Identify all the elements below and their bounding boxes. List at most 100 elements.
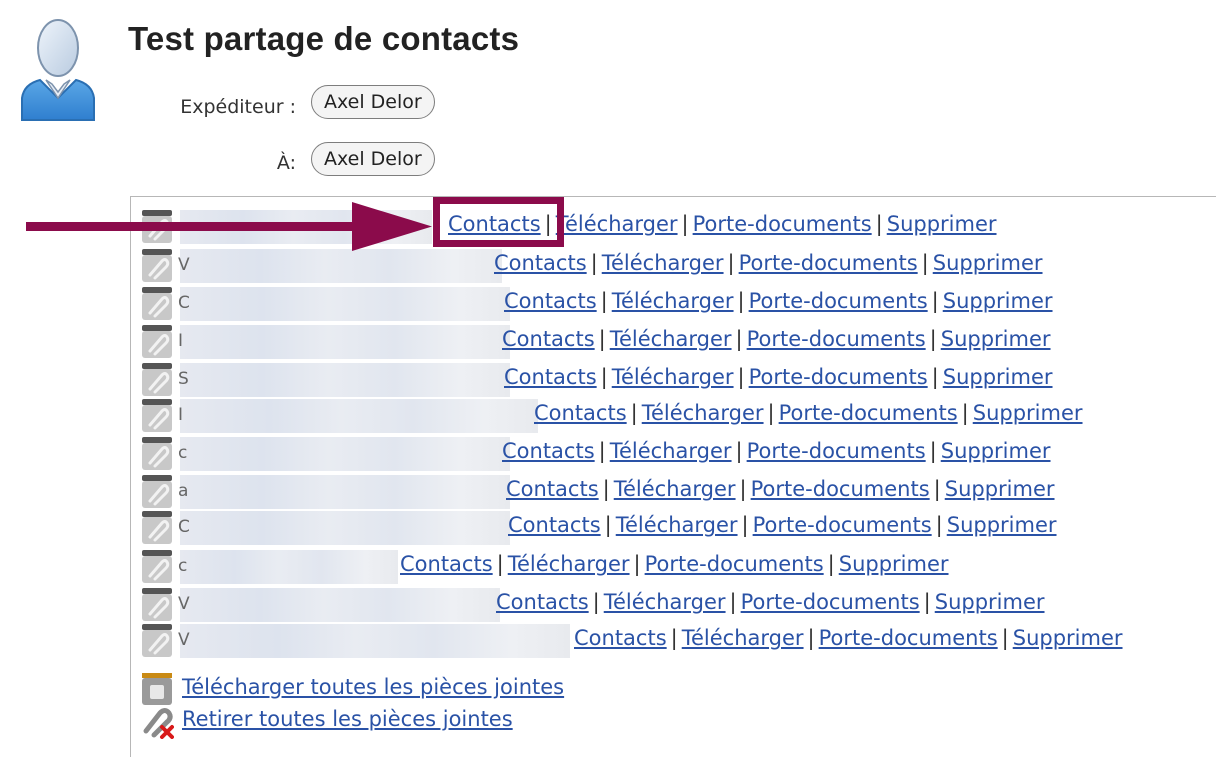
paperclip-icon — [140, 325, 176, 361]
contacts-link[interactable]: Contacts — [504, 365, 597, 389]
filename-initial: S — [178, 369, 189, 389]
separator: | — [598, 327, 606, 351]
attachment-actions: Contacts | Télécharger | Porte-documents | Sup… — [508, 513, 1057, 537]
attachment-row: V Contacts | Télécharger | Porte-documents | Su… — [140, 624, 1200, 658]
separator: | — [739, 477, 747, 501]
download-link[interactable]: Télécharger — [642, 401, 764, 425]
briefcase-link[interactable]: Porte-documents — [779, 401, 958, 425]
paperclip-icon — [140, 511, 176, 547]
remove-all-link[interactable]: Retirer toutes les pièces jointes — [182, 707, 513, 731]
separator: | — [598, 439, 606, 463]
contacts-link[interactable]: Contacts — [534, 401, 627, 425]
redacted-filename — [180, 399, 538, 433]
attachment-actions: Contacts | Télécharger | Porte-documents | Sup… — [574, 626, 1123, 650]
separator: | — [1001, 626, 1009, 650]
recipient-chip[interactable]: Axel Delor — [311, 142, 435, 176]
delete-link[interactable]: Supprimer — [839, 552, 949, 576]
contacts-link[interactable]: Contacts — [508, 513, 601, 537]
paperclip-icon — [140, 624, 176, 660]
download-link[interactable]: Télécharger — [610, 327, 732, 351]
separator: | — [923, 590, 931, 614]
download-link[interactable]: Télécharger — [602, 251, 724, 275]
briefcase-link[interactable]: Porte-documents — [645, 552, 824, 576]
attachment-row: a Contacts | Télécharger | Porte-documents | Su… — [140, 475, 1200, 509]
separator: | — [681, 212, 689, 236]
delete-link[interactable]: Supprimer — [941, 327, 1051, 351]
sender-avatar-icon — [18, 14, 98, 122]
attachment-row: V Contacts | Télécharger | Porte-documents | Su… — [140, 588, 1200, 622]
briefcase-link[interactable]: Porte-documents — [739, 251, 918, 275]
separator: | — [600, 289, 608, 313]
download-link[interactable]: Télécharger — [612, 365, 734, 389]
to-label: À: — [276, 152, 296, 174]
delete-link[interactable]: Supprimer — [935, 590, 1045, 614]
contacts-link[interactable]: Contacts — [574, 626, 667, 650]
download-link[interactable]: Télécharger — [610, 439, 732, 463]
attachment-actions: Contacts | Télécharger | Porte-documents | Sup… — [504, 289, 1053, 313]
filename-initial: C — [178, 293, 190, 313]
separator: | — [633, 552, 641, 576]
delete-link[interactable]: Supprimer — [941, 439, 1051, 463]
download-link[interactable]: Télécharger — [508, 552, 630, 576]
annotation-arrow-icon — [26, 202, 432, 251]
separator: | — [921, 251, 929, 275]
download-all-link[interactable]: Télécharger toutes les pièces jointes — [182, 675, 564, 699]
contacts-link[interactable]: Contacts — [502, 439, 595, 463]
delete-link[interactable]: Supprimer — [973, 401, 1083, 425]
download-link[interactable]: Télécharger — [614, 477, 736, 501]
contacts-link[interactable]: Contacts — [502, 327, 595, 351]
download-link[interactable]: Télécharger — [604, 590, 726, 614]
filename-initial: a — [178, 481, 189, 501]
paperclip-icon — [140, 550, 176, 586]
separator: | — [929, 327, 937, 351]
briefcase-link[interactable]: Porte-documents — [819, 626, 998, 650]
briefcase-link[interactable]: Porte-documents — [747, 327, 926, 351]
separator: | — [767, 401, 775, 425]
separator: | — [741, 513, 749, 537]
separator: | — [935, 513, 943, 537]
delete-link[interactable]: Supprimer — [887, 212, 997, 236]
download-link[interactable]: Télécharger — [556, 212, 678, 236]
redacted-filename — [180, 624, 570, 658]
separator: | — [602, 477, 610, 501]
separator: | — [735, 327, 743, 351]
briefcase-link[interactable]: Porte-documents — [747, 439, 926, 463]
attachment-row: c Contacts | Télécharger | Porte-documents | Su… — [140, 437, 1200, 471]
delete-link[interactable]: Supprimer — [947, 513, 1057, 537]
message-subject: Test partage de contacts — [128, 20, 520, 57]
attachment-actions: Contacts | Télécharger | Porte-documents | Sup… — [504, 365, 1053, 389]
separator: | — [807, 626, 815, 650]
attachment-actions: Contacts | Télécharger | Porte-documents | Sup… — [494, 251, 1043, 275]
separator: | — [630, 401, 638, 425]
contacts-link[interactable]: Contacts — [506, 477, 599, 501]
contacts-link[interactable]: Contacts — [400, 552, 493, 576]
briefcase-link[interactable]: Porte-documents — [741, 590, 920, 614]
download-all-icon — [140, 673, 174, 707]
download-link[interactable]: Télécharger — [612, 289, 734, 313]
download-link[interactable]: Télécharger — [682, 626, 804, 650]
briefcase-link[interactable]: Porte-documents — [753, 513, 932, 537]
delete-link[interactable]: Supprimer — [945, 477, 1055, 501]
attachment-actions: Contacts | Télécharger | Porte-documents | Sup… — [506, 477, 1055, 501]
delete-link[interactable]: Supprimer — [1013, 626, 1123, 650]
redacted-filename — [180, 475, 510, 509]
separator: | — [931, 365, 939, 389]
briefcase-link[interactable]: Porte-documents — [749, 289, 928, 313]
attachment-row: I Contacts | Télécharger | Porte-documents | Su… — [140, 399, 1200, 433]
contacts-link[interactable]: Contacts — [494, 251, 587, 275]
sender-chip[interactable]: Axel Delor — [311, 85, 435, 119]
briefcase-link[interactable]: Porte-documents — [693, 212, 872, 236]
redacted-filename — [180, 363, 510, 397]
filename-initial: V — [178, 594, 190, 614]
contacts-link[interactable]: Contacts — [504, 289, 597, 313]
separator: | — [737, 365, 745, 389]
briefcase-link[interactable]: Porte-documents — [751, 477, 930, 501]
separator: | — [827, 552, 835, 576]
paperclip-icon — [140, 363, 176, 399]
briefcase-link[interactable]: Porte-documents — [749, 365, 928, 389]
delete-link[interactable]: Supprimer — [933, 251, 1043, 275]
delete-link[interactable]: Supprimer — [943, 365, 1053, 389]
download-link[interactable]: Télécharger — [616, 513, 738, 537]
contacts-link[interactable]: Contacts — [496, 590, 589, 614]
delete-link[interactable]: Supprimer — [943, 289, 1053, 313]
